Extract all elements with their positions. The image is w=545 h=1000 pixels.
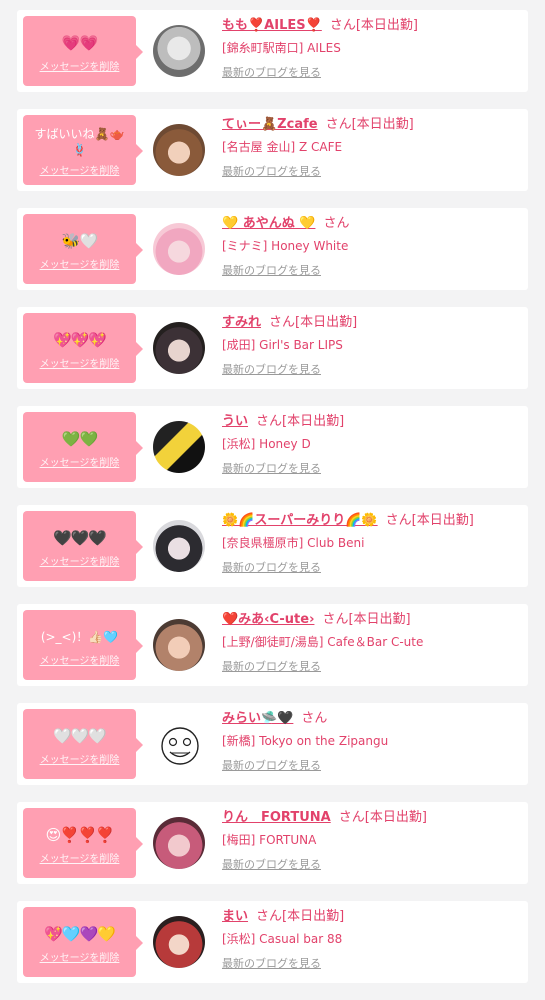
blog-link[interactable]: 最新のブログを見る [222, 658, 321, 674]
delete-message-link[interactable]: メッセージを削除 [23, 949, 136, 964]
cast-name-link[interactable]: 💛 あやんぬ 💛 [222, 216, 315, 231]
blog-link[interactable]: 最新のブログを見る [222, 163, 321, 179]
cast-name-link[interactable]: てぃー🧸Zcafe [222, 117, 318, 132]
stamp-bubble: 🐝🤍 メッセージを削除 [23, 214, 143, 284]
san-label: さん [338, 810, 365, 825]
stamp-bubble: 💚💚 メッセージを削除 [23, 412, 143, 482]
delete-message-link[interactable]: メッセージを削除 [23, 454, 136, 469]
stamp-bubble: すばいいね🧸🫖🪢 メッセージを削除 [23, 115, 143, 185]
stamp-bubble: 💖🩵💜💛 メッセージを削除 [23, 907, 143, 977]
shop-name: [名古屋 金山] Z CAFE [222, 140, 343, 154]
delete-message-link[interactable]: メッセージを削除 [23, 751, 136, 766]
blog-link[interactable]: 最新のブログを見る [222, 856, 321, 872]
san-label: さん [323, 216, 350, 231]
shop-name: [上野/御徒町/湯島] Cafe＆Bar C-ute [222, 635, 424, 649]
cast-name-link[interactable]: もも❣️AILES❣️ [222, 18, 322, 33]
stamp-text: (>_<)！👍🏻🩵 [40, 630, 119, 644]
blog-link[interactable]: 最新のブログを見る [222, 64, 321, 80]
delete-message-link[interactable]: メッセージを削除 [23, 553, 136, 568]
girl-avatar-icon[interactable] [153, 520, 205, 572]
blog-link[interactable]: 最新のブログを見る [222, 460, 321, 476]
doodle-face-avatar-icon[interactable] [153, 718, 207, 772]
san-label: さん [325, 117, 352, 132]
shop-name: [錦糸町駅南口] AILES [222, 41, 341, 55]
blog-link[interactable]: 最新のブログを見る [222, 559, 321, 575]
san-label: さん [256, 414, 283, 429]
cast-name-link[interactable]: 🌼🌈スーパーみりり🌈🌼 [222, 513, 378, 528]
status-tag: [本日出勤] [351, 117, 414, 132]
list-item: すばいいね🧸🫖🪢 メッセージを削除 てぃー🧸Zcafe さん[本日出勤] [名古屋… [17, 109, 528, 191]
status-tag: [本日出勤] [348, 612, 411, 627]
stamp-bubble: 🖤🖤🖤 メッセージを削除 [23, 511, 143, 581]
shop-name: [新橋] Tokyo on the Zipangu [222, 734, 389, 748]
delete-message-link[interactable]: メッセージを削除 [23, 355, 136, 370]
san-label: さん [301, 711, 328, 726]
list-item: 🤍🤍🤍 メッセージを削除 みらい🛸🖤 さん [新橋] Tokyo on the Z… [17, 703, 528, 785]
blog-link[interactable]: 最新のブログを見る [222, 955, 321, 971]
list-item: 💗💗 メッセージを削除 もも❣️AILES❣️ さん[本日出勤] [錦糸町駅南口]… [17, 10, 528, 92]
san-label: さん [269, 315, 296, 330]
stamp-bubble: 💗💗 メッセージを削除 [23, 16, 143, 86]
stamp-text: 🐝🤍 [61, 232, 98, 250]
status-tag: [本日出勤] [364, 810, 427, 825]
shop-name: [梅田] FORTUNA [222, 833, 317, 847]
status-tag: [本日出勤] [355, 18, 418, 33]
shop-name: [ミナミ] Honey White [222, 239, 349, 253]
list-item: 💖💖💖 メッセージを削除 すみれ さん[本日出勤] [成田] Girl's Bar… [17, 307, 528, 389]
list-item: 💖🩵💜💛 メッセージを削除 まい さん[本日出勤] [浜松] Casual bar… [17, 901, 528, 983]
delete-message-link[interactable]: メッセージを削除 [23, 256, 136, 271]
cast-name-link[interactable]: みらい🛸🖤 [222, 711, 293, 726]
cast-name-link[interactable]: すみれ [222, 315, 261, 330]
stamp-text: 🖤🖤🖤 [52, 529, 107, 547]
stamp-text: 🤍🤍🤍 [52, 727, 107, 745]
stamp-text: 😍❣️❣️❣️ [45, 826, 115, 844]
stamp-bubble: (>_<)！👍🏻🩵 メッセージを削除 [23, 610, 143, 680]
list-item: 😍❣️❣️❣️ メッセージを削除 りん FORTUNA さん[本日出勤] [梅田]… [17, 802, 528, 884]
stamp-text: すばいいね🧸🫖🪢 [34, 127, 125, 157]
stamp-bubble: 😍❣️❣️❣️ メッセージを削除 [23, 808, 143, 878]
shop-name: [成田] Girl's Bar LIPS [222, 338, 343, 352]
blog-link[interactable]: 最新のブログを見る [222, 361, 321, 377]
shop-name: [浜松] Honey D [222, 437, 311, 451]
girl-avatar-icon[interactable] [153, 817, 205, 869]
cast-name-link[interactable]: りん FORTUNA [222, 810, 331, 825]
stamp-text: 💖🩵💜💛 [44, 925, 116, 943]
san-label: さん [322, 612, 349, 627]
stamp-text: 💚💚 [61, 430, 98, 448]
list-item: 🐝🤍 メッセージを削除 💛 あやんぬ 💛 さん [ミナミ] Honey White… [17, 208, 528, 290]
san-label: さん [329, 18, 356, 33]
cast-name-link[interactable]: ❤️みあ‹C-ute› [222, 612, 314, 627]
status-tag: [本日出勤] [282, 909, 345, 924]
girl-avatar-icon[interactable] [153, 916, 205, 968]
girl-avatar-icon[interactable] [153, 223, 205, 275]
delete-message-link[interactable]: メッセージを削除 [23, 58, 136, 73]
delete-message-link[interactable]: メッセージを削除 [23, 162, 136, 177]
cast-name-link[interactable]: うい [222, 414, 248, 429]
san-label: さん [385, 513, 412, 528]
bunny-avatar-icon[interactable] [153, 25, 205, 77]
san-label: さん [256, 909, 283, 924]
girl-avatar-icon[interactable] [153, 124, 205, 176]
list-item: (>_<)！👍🏻🩵 メッセージを削除 ❤️みあ‹C-ute› さん[本日出勤] [… [17, 604, 528, 686]
stamp-text: 💗💗 [61, 34, 98, 52]
stamp-bubble: 🤍🤍🤍 メッセージを削除 [23, 709, 143, 779]
delete-message-link[interactable]: メッセージを削除 [23, 850, 136, 865]
blog-link[interactable]: 最新のブログを見る [222, 757, 321, 773]
shop-logo-avatar-icon[interactable] [153, 421, 205, 473]
blog-link[interactable]: 最新のブログを見る [222, 262, 321, 278]
list-item: 🖤🖤🖤 メッセージを削除 🌼🌈スーパーみりり🌈🌼 さん[本日出勤] [奈良県橿原市… [17, 505, 528, 587]
shop-name: [奈良県橿原市] Club Beni [222, 536, 365, 550]
shop-name: [浜松] Casual bar 88 [222, 932, 343, 946]
message-list: 💗💗 メッセージを削除 もも❣️AILES❣️ さん[本日出勤] [錦糸町駅南口]… [0, 0, 545, 983]
girl-avatar-icon[interactable] [153, 322, 205, 374]
cast-name-link[interactable]: まい [222, 909, 248, 924]
girl-avatar-icon[interactable] [153, 619, 205, 671]
delete-message-link[interactable]: メッセージを削除 [23, 652, 136, 667]
status-tag: [本日出勤] [295, 315, 358, 330]
stamp-text: 💖💖💖 [52, 331, 107, 349]
stamp-bubble: 💖💖💖 メッセージを削除 [23, 313, 143, 383]
status-tag: [本日出勤] [411, 513, 474, 528]
status-tag: [本日出勤] [282, 414, 345, 429]
list-item: 💚💚 メッセージを削除 うい さん[本日出勤] [浜松] Honey D 最新のブ… [17, 406, 528, 488]
